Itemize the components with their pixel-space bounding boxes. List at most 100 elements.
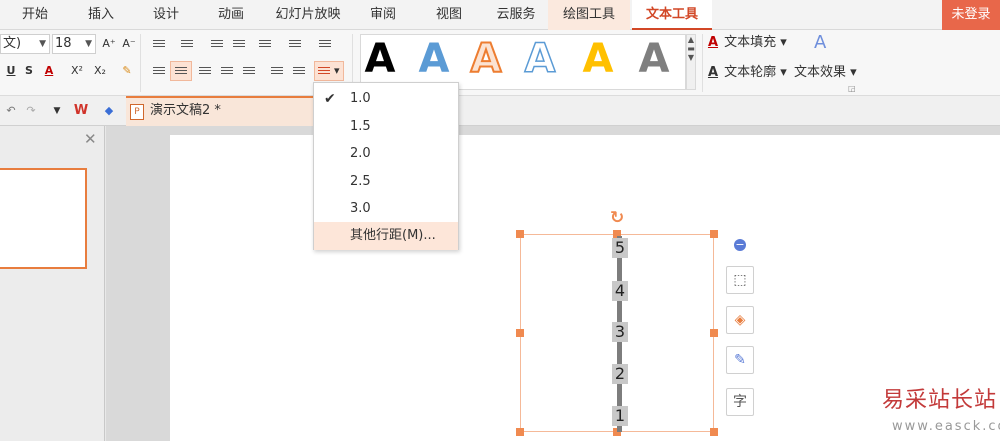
quick-access-dropdown-icon[interactable]: ▼	[46, 101, 68, 121]
tab-design[interactable]: 设计	[145, 0, 187, 30]
textbox-number: 2	[612, 364, 628, 384]
align-right-icon[interactable]	[194, 61, 216, 81]
text-style-swatch[interactable]: A	[634, 34, 674, 84]
text-fill-label: 文本填充	[724, 35, 777, 50]
text-outline-icon: A	[707, 65, 719, 80]
align-text-icon[interactable]	[284, 34, 306, 54]
column-icon[interactable]	[288, 61, 310, 81]
text-outline-button[interactable]: A 文本轮廓 ▾	[706, 64, 787, 82]
resize-handle[interactable]	[516, 230, 524, 238]
presentation-file-icon: P	[130, 104, 144, 120]
clear-format-icon[interactable]: ✎	[116, 61, 138, 81]
line-spacing-option[interactable]: 2.5	[314, 168, 458, 196]
resize-handle[interactable]	[516, 428, 524, 436]
option-label: 1.0	[350, 91, 371, 106]
tab-cloud[interactable]: 云服务	[488, 0, 544, 30]
option-label: 2.5	[350, 174, 371, 189]
tab-text-tools[interactable]: 文本工具	[632, 0, 712, 30]
text-effect-icon: A	[814, 32, 827, 53]
tab-drawing-tools[interactable]: 绘图工具	[548, 0, 630, 30]
slide-thumbnail-panel: ✕	[0, 126, 105, 441]
toolbar-divider	[140, 34, 141, 92]
distribute-icon[interactable]	[238, 61, 260, 81]
shrink-font-button[interactable]: A⁻	[118, 34, 140, 54]
shape-style-button[interactable]: ⬚	[726, 266, 754, 294]
option-label: 1.5	[350, 119, 371, 134]
undo-icon[interactable]: ↶	[0, 101, 22, 121]
font-size-combo[interactable]: 18 ▼	[52, 34, 96, 54]
tab-view[interactable]: 视图	[428, 0, 470, 30]
textbox-number: 4	[612, 281, 628, 301]
font-color-button[interactable]: A	[38, 61, 60, 81]
rotate-handle-icon[interactable]: ↻	[610, 208, 624, 228]
gallery-scroll[interactable]: ▲ ▬ ▼	[686, 34, 696, 90]
justify-icon[interactable]	[216, 61, 238, 81]
line-spacing-option[interactable]: 2.0	[314, 140, 458, 168]
textbox-number: 3	[612, 322, 628, 342]
textbox-number: 1	[612, 406, 628, 426]
tab-review[interactable]: 审阅	[362, 0, 404, 30]
redo-icon[interactable]: ↷	[20, 101, 42, 121]
cloud-docs-icon[interactable]: ◆	[98, 101, 120, 121]
text-style-swatch[interactable]: A	[578, 34, 618, 84]
document-tab[interactable]: P 演示文稿2 *	[126, 96, 316, 126]
sort-icon[interactable]	[314, 34, 336, 54]
other-line-spacing-option[interactable]: 其他行距(M)...	[314, 222, 458, 250]
document-title: 演示文稿2 *	[150, 103, 221, 118]
watermark-url: www.easck.com	[892, 419, 1000, 434]
superscript-button[interactable]: X²	[66, 61, 88, 81]
option-label: 3.0	[350, 201, 371, 216]
text-style-swatch[interactable]: A	[414, 34, 454, 84]
line-spacing-option[interactable]: ✔ 1.0	[314, 85, 458, 113]
chevron-down-icon: ▼	[39, 39, 46, 49]
text-style-swatch[interactable]: A	[520, 34, 560, 84]
option-label: 其他行距(M)...	[350, 228, 436, 243]
font-name-combo[interactable]: 文) ▼	[0, 34, 50, 54]
resize-handle[interactable]	[516, 329, 524, 337]
tab-home[interactable]: 开始	[14, 0, 56, 30]
login-button[interactable]: 未登录	[942, 0, 1000, 30]
tab-insert[interactable]: 插入	[80, 0, 122, 30]
text-fill-button[interactable]: A 文本填充 ▾	[706, 34, 787, 52]
increase-indent-icon[interactable]	[228, 34, 250, 54]
option-label: 2.0	[350, 146, 371, 161]
check-icon: ✔	[324, 91, 336, 107]
outline-button[interactable]: ✎	[726, 346, 754, 374]
text-style-swatch[interactable]: A	[360, 34, 400, 84]
slide-thumbnail[interactable]	[0, 168, 87, 269]
tab-animation[interactable]: 动画	[210, 0, 252, 30]
text-fill-icon: A	[707, 35, 719, 50]
paragraph-spacing-icon[interactable]	[266, 61, 288, 81]
align-center-icon[interactable]	[170, 61, 192, 81]
font-name-value: 文)	[3, 36, 22, 51]
wps-logo-icon[interactable]: W	[70, 101, 92, 121]
fill-button[interactable]: ◈	[726, 306, 754, 334]
collapse-icon[interactable]: −	[734, 239, 746, 251]
align-left-icon[interactable]	[148, 61, 170, 81]
text-style-swatch[interactable]: A	[466, 34, 506, 84]
text-direction-icon[interactable]	[254, 34, 276, 54]
quick-access-bar: ↶ ↷ ▼ W ◆ P 演示文稿2 *	[0, 96, 1000, 126]
grow-font-button[interactable]: A⁺	[98, 34, 120, 54]
resize-handle[interactable]	[710, 230, 718, 238]
toolbar-divider	[702, 34, 703, 92]
text-outline-label: 文本轮廓	[724, 65, 777, 80]
strike-button[interactable]: S	[18, 61, 40, 81]
line-spacing-option[interactable]: 1.5	[314, 113, 458, 141]
watermark-text: 易采站长站	[882, 388, 998, 413]
font-size-value: 18	[55, 36, 72, 51]
text-button[interactable]: 字	[726, 388, 754, 416]
resize-handle[interactable]	[710, 428, 718, 436]
close-icon[interactable]: ✕	[84, 130, 97, 148]
resize-handle[interactable]	[710, 329, 718, 337]
tab-slideshow[interactable]: 幻灯片放映	[270, 0, 346, 30]
bullets-icon[interactable]	[148, 34, 170, 54]
text-effect-label: 文本效果	[794, 65, 847, 80]
line-spacing-menu: ✔ 1.0 1.5 2.0 2.5 3.0 其他行距(M)...	[313, 82, 459, 250]
numbering-icon[interactable]	[176, 34, 198, 54]
line-spacing-button[interactable]: ▾	[314, 61, 344, 81]
ribbon-tab-bar: 开始 插入 设计 动画 幻灯片放映 审阅 视图 云服务 绘图工具 文本工具 未登…	[0, 0, 1000, 30]
subscript-button[interactable]: X₂	[89, 61, 111, 81]
decrease-indent-icon[interactable]	[206, 34, 228, 54]
line-spacing-option[interactable]: 3.0	[314, 195, 458, 223]
